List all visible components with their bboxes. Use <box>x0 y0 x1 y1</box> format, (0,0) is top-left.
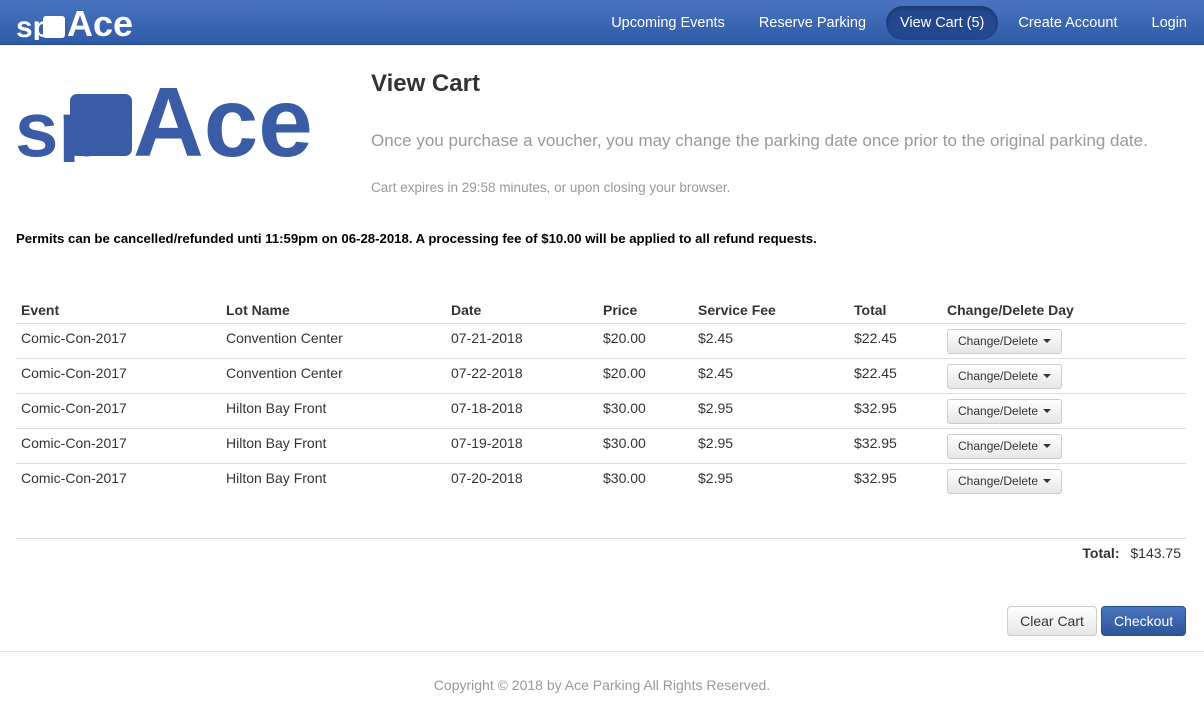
nav-link-view-cart-5[interactable]: View Cart (5) <box>886 5 999 40</box>
cell-total: $22.45 <box>849 358 942 394</box>
caret-down-icon <box>1043 479 1052 483</box>
header-date: Date <box>446 296 598 324</box>
top-navbar: sp Ace Upcoming Events Reserve Parking Vie… <box>0 0 1204 45</box>
cell-total: $22.45 <box>849 323 942 359</box>
change-delete-label: Change/Delete <box>958 404 1039 418</box>
cell-event: Comic-Con-2017 <box>16 358 221 394</box>
nav-link-reserve-parking[interactable]: Reserve Parking <box>742 6 883 40</box>
cell-event: Comic-Con-2017 <box>16 323 221 359</box>
cart-rows: Comic-Con-2017 Convention Center 07-21-201… <box>16 323 1186 498</box>
page-title: View Cart <box>371 70 480 97</box>
cart-total: Total: $143.75 <box>1082 545 1181 561</box>
voucher-info-text: Once you purchase a voucher, you may cha… <box>371 131 1148 150</box>
cell-event: Comic-Con-2017 <box>16 393 221 429</box>
table-row: Comic-Con-2017 Hilton Bay Front 07-20-2018… <box>16 463 1186 498</box>
header-lot-name: Lot Name <box>221 296 446 324</box>
cell-date: 07-22-2018 <box>446 358 598 394</box>
cell-fee: $2.45 <box>693 358 849 394</box>
table-row: Comic-Con-2017 Convention Center 07-22-201… <box>16 358 1186 394</box>
cell-action: Change/Delete <box>942 393 1186 429</box>
cell-fee: $2.95 <box>693 393 849 429</box>
nav-links: Upcoming Events Reserve Parking View Cart … <box>594 0 1204 45</box>
footer-copyright: Copyright © 2018 by Ace Parking All Righ… <box>433 677 771 693</box>
change-delete-dropdown[interactable]: Change/Delete <box>947 328 1063 354</box>
change-delete-dropdown[interactable]: Change/Delete <box>947 398 1063 424</box>
cell-lot: Hilton Bay Front <box>221 428 446 464</box>
clear-cart-button[interactable]: Clear Cart <box>1007 606 1097 636</box>
header-price: Price <box>598 296 693 324</box>
brand-letter-s: sp <box>16 11 51 40</box>
cell-date: 07-21-2018 <box>446 323 598 359</box>
space-logo: sp Ace <box>15 72 313 162</box>
cell-action: Change/Delete <box>942 358 1186 394</box>
logo-letters-ace: Ace <box>133 72 313 162</box>
cell-action: Change/Delete <box>942 428 1186 464</box>
brand-letters-ace: Ace <box>67 4 133 40</box>
caret-down-icon <box>1043 339 1052 343</box>
change-delete-dropdown[interactable]: Change/Delete <box>947 468 1063 494</box>
cell-action: Change/Delete <box>942 323 1186 359</box>
cell-price: $30.00 <box>598 393 693 429</box>
logo-letters-sp: sp <box>15 85 106 162</box>
table-row: Comic-Con-2017 Hilton Bay Front 07-18-2018… <box>16 393 1186 429</box>
table-header-row: Event Lot Name Date Price Service Fee To… <box>16 296 1186 324</box>
header-change-delete: Change/Delete Day <box>942 296 1186 324</box>
caret-down-icon <box>1043 444 1052 448</box>
cell-price: $20.00 <box>598 323 693 359</box>
total-value: $143.75 <box>1130 545 1181 561</box>
cell-fee: $2.95 <box>698 469 734 486</box>
table-row: Comic-Con-2017 Convention Center 07-21-201… <box>16 323 1186 359</box>
cell-price: $20.00 <box>598 358 693 394</box>
cell-date: 07-18-2018 <box>446 393 598 429</box>
refund-notice: Permits can be cancelled/refunded unti 1… <box>16 231 817 246</box>
cell-fee: $2.45 <box>693 323 849 359</box>
table-row: Comic-Con-2017 Hilton Bay Front 07-19-2018… <box>16 428 1186 464</box>
change-delete-label: Change/Delete <box>958 439 1039 453</box>
change-delete-dropdown[interactable]: Change/Delete <box>947 433 1063 459</box>
nav-link-upcoming-events[interactable]: Upcoming Events <box>594 6 742 40</box>
nav-brand-logo[interactable]: sp Ace <box>15 4 139 40</box>
caret-down-icon <box>1043 374 1052 378</box>
footer-divider <box>0 651 1204 652</box>
change-delete-label: Change/Delete <box>958 369 1039 383</box>
cell-lot: Hilton Bay Front <box>221 393 446 429</box>
change-delete-label: Change/Delete <box>958 474 1039 488</box>
cell-lot: Convention Center <box>221 358 446 394</box>
nav-link-login[interactable]: Login <box>1135 6 1204 40</box>
header-total: Total <box>849 296 942 324</box>
cell-date: 07-19-2018 <box>446 428 598 464</box>
nav-link-create-account[interactable]: Create Account <box>1001 6 1134 40</box>
cart-table: Event Lot Name Date Price Service Fee To… <box>16 296 1186 498</box>
cell-date: 07-20-2018 <box>451 469 523 486</box>
caret-down-icon <box>1043 409 1052 413</box>
change-delete-dropdown[interactable]: Change/Delete <box>947 363 1063 389</box>
checkout-button[interactable]: Checkout <box>1101 606 1186 636</box>
change-delete-label: Change/Delete <box>958 334 1039 348</box>
cell-price: $30.00 <box>603 469 646 486</box>
cell-lot: Hilton Bay Front <box>226 469 327 486</box>
header-service-fee: Service Fee <box>693 296 849 324</box>
cart-expiry-text: Cart expires in 29:58 minutes, or upon c… <box>371 180 731 195</box>
cell-total: $32.95 <box>854 469 897 486</box>
table-divider <box>16 538 1186 539</box>
total-label: Total: <box>1082 545 1120 561</box>
cell-total: $32.95 <box>849 428 942 464</box>
cell-price: $30.00 <box>598 428 693 464</box>
header-event: Event <box>16 296 221 324</box>
cell-total: $32.95 <box>849 393 942 429</box>
cell-action: Change/Delete <box>942 463 1186 498</box>
cell-fee: $2.95 <box>693 428 849 464</box>
cell-event: Comic-Con-2017 <box>16 428 221 464</box>
cell-event: Comic-Con-2017 <box>21 469 127 486</box>
cell-lot: Convention Center <box>221 323 446 359</box>
